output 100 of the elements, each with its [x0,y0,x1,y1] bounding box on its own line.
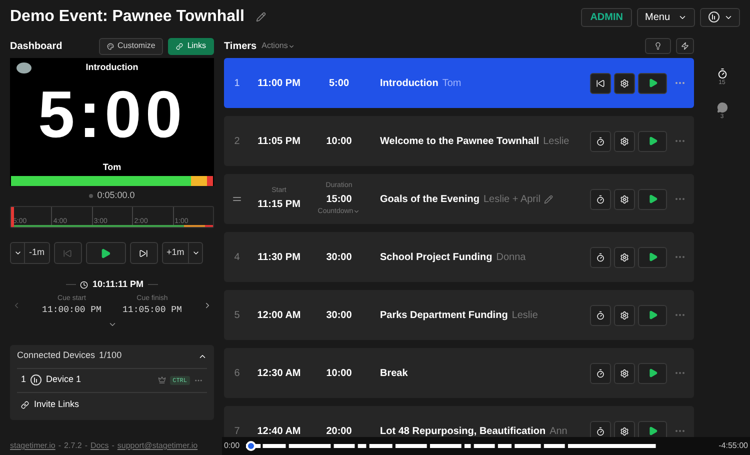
duration[interactable]: 10:00 [326,366,352,380]
timer-title[interactable]: Break [380,366,408,380]
duration[interactable]: 30:00 [326,250,352,264]
edit-icon[interactable] [256,12,266,22]
customize-button[interactable]: Customize [98,38,164,54]
clock-icon [80,280,88,289]
timer-title[interactable]: Lot 48 Repurposing, Beautification [380,424,546,437]
timer-row[interactable]: 2 11:05 PM 10:00 Welcome to the Pawnee Townhall Leslie [224,116,694,166]
lightbulb-button[interactable] [645,38,671,54]
settings-button[interactable] [614,246,635,268]
play-icon [648,252,658,262]
playback-start: 0:00 [224,440,240,452]
flash-button[interactable] [676,38,694,54]
start-time[interactable]: 11:00 PM [258,76,300,90]
duration[interactable]: 30:00 [326,308,352,322]
start-timer-button[interactable] [590,188,611,210]
timeline-marker[interactable] [11,207,14,227]
play-button[interactable] [638,420,667,437]
role-badge: ADMIN [581,8,632,26]
play-button[interactable] [638,246,667,268]
timer-row[interactable]: 6 12:30 AM 10:00 Break [224,348,694,398]
play-icon [648,368,658,378]
message-icon[interactable] [716,102,728,113]
start-time[interactable]: 11:15 PM [258,196,300,212]
timer-index: 6 [234,366,240,380]
play-button[interactable] [638,304,667,326]
cue-time: 11:00:00 PM [42,304,102,317]
play-icon [100,248,111,258]
timer-row[interactable]: 1 11:00 PM 5:00 Introduction Tom [224,58,694,108]
start-timer-button[interactable] [590,362,611,384]
settings-icon [620,368,629,378]
start-timer-button[interactable] [590,304,611,326]
caret-icon [192,249,200,257]
links-button[interactable]: Links [168,38,214,54]
start-time[interactable]: 12:30 AM [257,366,301,380]
footer-link[interactable]: support@stagetimer.io [117,440,198,452]
start-time[interactable]: 11:05 PM [258,134,300,148]
next-button[interactable] [130,242,158,264]
play-button[interactable] [638,188,667,210]
invite-links-button[interactable]: Invite Links [17,392,84,416]
play-icon [648,136,658,146]
footer-link[interactable]: Docs [90,440,109,452]
user-menu-button[interactable] [700,8,740,26]
timer-row[interactable]: 4 11:30 PM 30:00 School Project Funding Donna [224,232,694,282]
play-button[interactable] [86,242,126,264]
settings-icon [620,310,629,320]
stopwatch-icon [596,368,605,378]
timers-label: Timers [224,40,257,54]
start-time[interactable]: 11:30 PM [258,250,300,264]
elapsed-time: 0:05:00.0 [97,189,135,202]
start-time[interactable]: 12:00 AM [257,308,301,322]
panel-title: Connected Devices [17,349,96,362]
stopwatch-icon [596,136,605,146]
start-timer-button[interactable] [590,246,611,268]
settings-button[interactable] [614,72,635,94]
footer-text: - [84,440,88,452]
timer-title[interactable]: Introduction [380,76,438,90]
start-time[interactable]: 12:40 AM [257,424,301,437]
stopwatch-icon [596,252,605,262]
duration[interactable]: 15:00 [326,192,352,206]
settings-button[interactable] [614,188,635,210]
settings-button[interactable] [614,130,635,152]
duration[interactable]: 5:00 [328,76,349,90]
skip-back-icon [63,248,72,258]
play-button[interactable] [638,362,667,384]
timer-title[interactable]: School Project Funding [380,250,492,264]
settings-icon [620,194,629,204]
start-timer-button[interactable] [590,420,611,437]
device-index: 1 [21,373,26,386]
actions-dropdown[interactable]: Actions [262,40,295,52]
play-button[interactable] [638,72,667,94]
playback-remaining: -4:55:00 [718,440,748,452]
dashboard-label: Dashboard [10,40,62,54]
skip-back-icon [596,78,605,88]
settings-button[interactable] [614,362,635,384]
timer-index: 7 [234,424,240,437]
slider-thumb[interactable] [246,441,256,451]
reset-button[interactable] [590,72,611,94]
footer-link[interactable]: stagetimer.io [10,440,56,452]
settings-button[interactable] [614,420,635,437]
settings-button[interactable] [614,304,635,326]
timer-index: 5 [234,308,240,322]
crown-icon [158,376,166,384]
link-icon [21,400,29,408]
timer-row[interactable]: 5 12:00 AM 30:00 Parks Department Funding Leslie [224,290,694,340]
timer-title[interactable]: Parks Department Funding [380,308,508,322]
menu-button[interactable]: Menu [636,8,695,26]
settings-icon [620,252,629,262]
timer-title[interactable]: Goals of the Evening [380,192,480,206]
timer-title[interactable]: Welcome to the Pawnee Townhall [380,134,540,148]
edit-icon[interactable] [544,194,554,204]
timer-index: 1 [234,76,240,90]
timer-row[interactable]: 7 12:40 AM 20:00 Lot 48 Repurposing, Beautification Ann [224,406,694,437]
play-button[interactable] [638,130,667,152]
duration[interactable]: 20:00 [326,424,352,437]
start-timer-button[interactable] [590,130,611,152]
device-icon [30,374,42,386]
stopwatch-icon[interactable] [716,68,728,79]
duration[interactable]: 10:00 [326,134,352,148]
event-title: Demo Event: Pawnee Townhall [10,7,244,27]
